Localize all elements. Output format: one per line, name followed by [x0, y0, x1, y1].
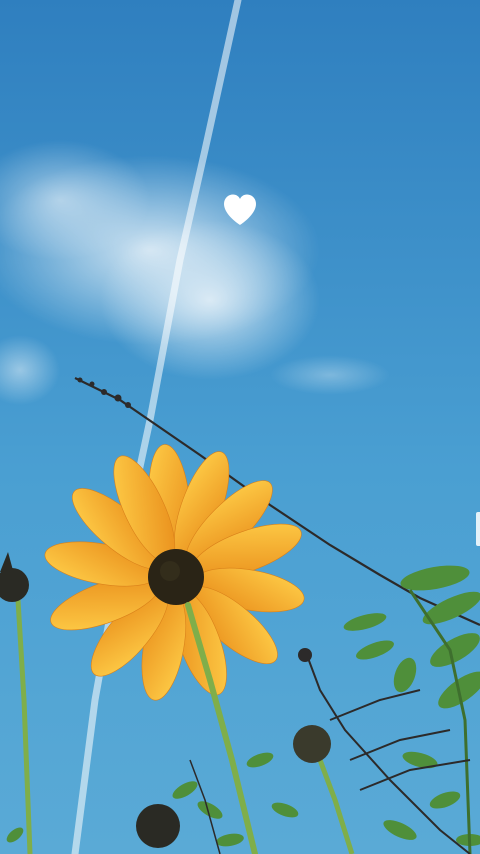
heart-icon[interactable]: [222, 193, 258, 227]
bottom-bud: [136, 804, 180, 848]
edge-scroll-handle[interactable]: [476, 512, 480, 546]
sky: [0, 0, 480, 854]
sunflower-photo: [0, 0, 480, 854]
photo-scene: [0, 0, 480, 854]
right-bud: [293, 725, 331, 763]
